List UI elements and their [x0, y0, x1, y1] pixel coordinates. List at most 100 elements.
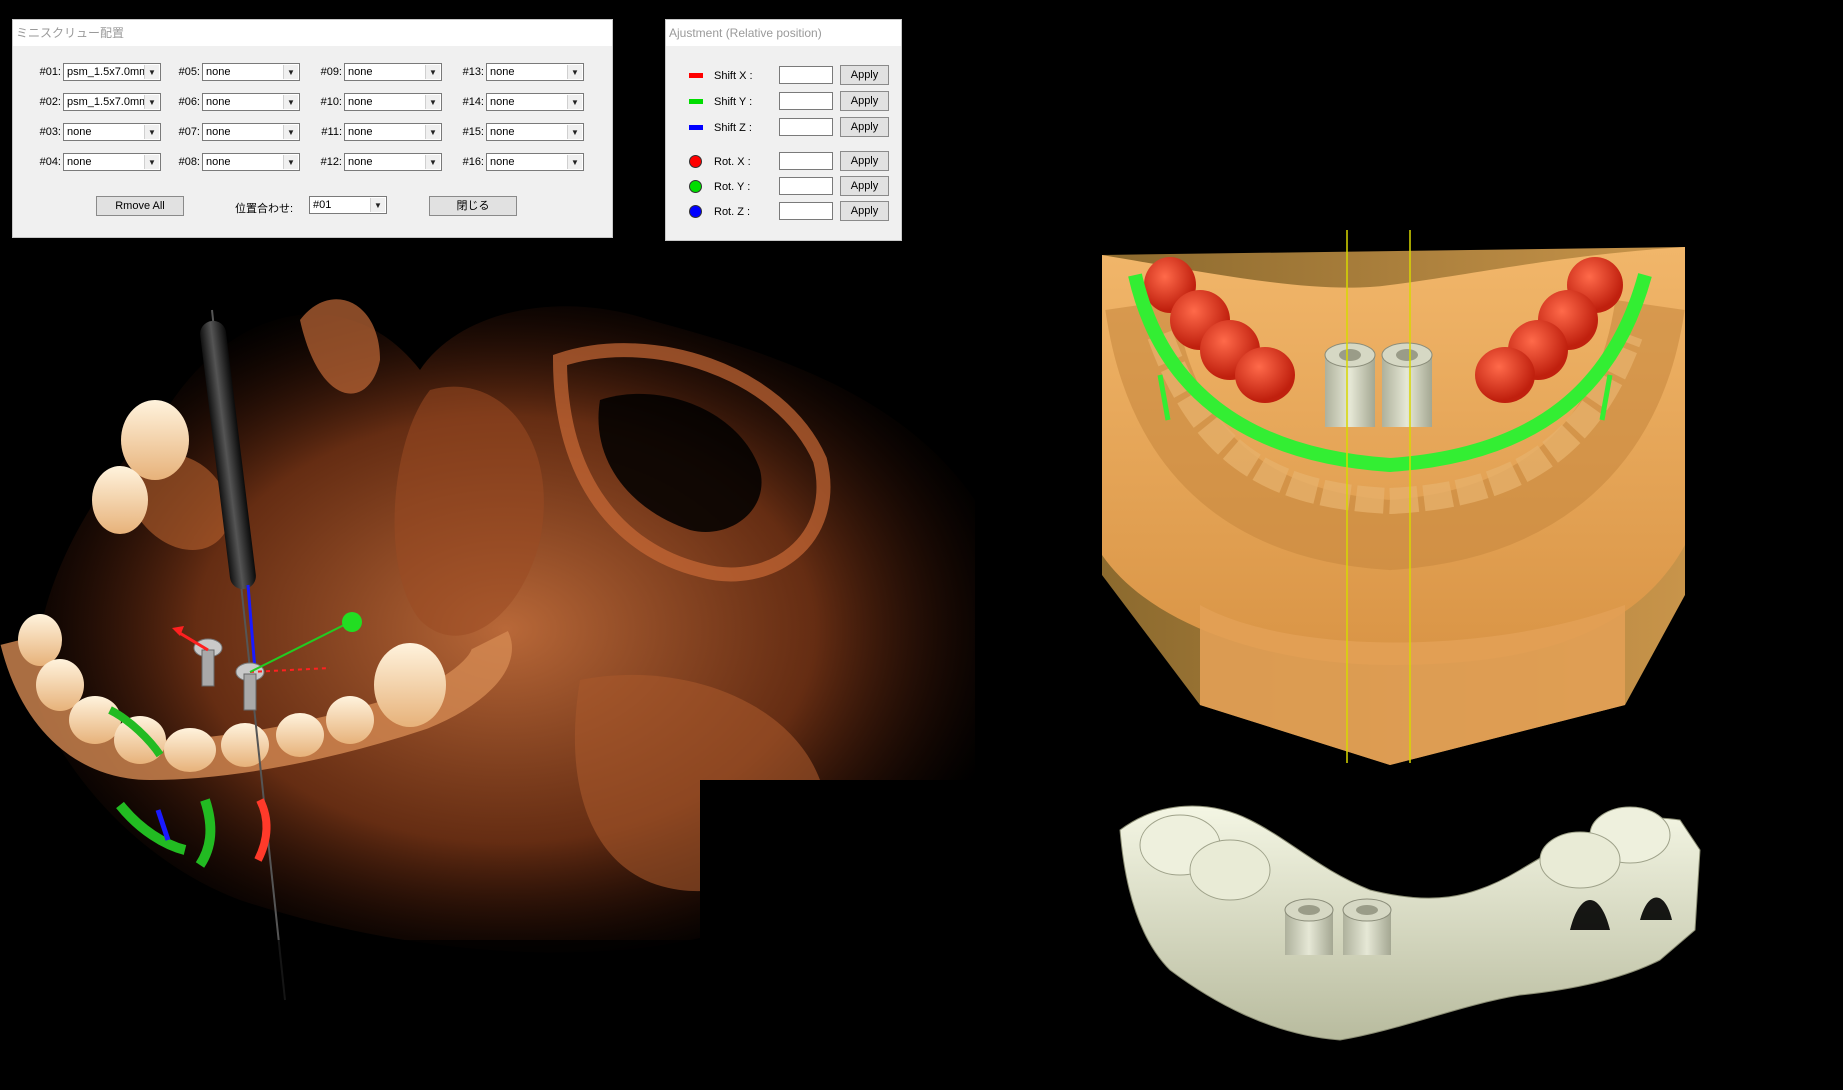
axis-color-dot-icon — [689, 205, 702, 218]
screw-slot-select-02[interactable]: psm_1.5x7.0mm ▼ — [63, 93, 161, 111]
adjust-row-label: Shift X : — [714, 70, 753, 82]
screw-slot-value: none — [490, 126, 515, 138]
chevron-down-icon: ▼ — [283, 65, 298, 79]
adjust-row-label: Shift Y : — [714, 96, 753, 108]
screw-slot-value: none — [206, 126, 231, 138]
adjust-value-input[interactable] — [779, 66, 833, 84]
screw-slot-value: none — [490, 96, 515, 108]
slot-label-03: #03: — [39, 126, 61, 138]
screw-slot-value: psm_1.5x7.0mm — [67, 96, 149, 108]
screw-slot-value: none — [67, 126, 92, 138]
screw-slot-select-11[interactable]: none ▼ — [344, 123, 442, 141]
screw-slot-select-08[interactable]: none ▼ — [202, 153, 300, 171]
slot-label-01: #01: — [39, 66, 61, 78]
screw-slot-value: none — [348, 66, 373, 78]
slot-label-15: #15: — [462, 126, 484, 138]
apply-button[interactable]: Apply — [840, 65, 889, 85]
chevron-down-icon: ▼ — [144, 95, 159, 109]
axis-color-dot-icon — [689, 180, 702, 193]
apply-button[interactable]: Apply — [840, 117, 889, 137]
chevron-down-icon: ▼ — [370, 198, 385, 212]
adjust-row-label: Shift Z : — [714, 122, 752, 134]
chevron-down-icon: ▼ — [144, 155, 159, 169]
screw-slot-value: none — [348, 96, 373, 108]
chevron-down-icon: ▼ — [144, 65, 159, 79]
adjust-value-input[interactable] — [779, 152, 833, 170]
slot-label-12: #12: — [320, 156, 342, 168]
screw-slot-select-01[interactable]: psm_1.5x7.0mm ▼ — [63, 63, 161, 81]
screw-slot-value: none — [348, 156, 373, 168]
chevron-down-icon: ▼ — [567, 125, 582, 139]
chevron-down-icon: ▼ — [425, 95, 440, 109]
remove-all-button[interactable]: Rmove All — [96, 196, 184, 216]
align-select-value: #01 — [313, 199, 332, 211]
axis-color-bar-icon — [689, 73, 703, 78]
axis-color-bar-icon — [689, 99, 703, 104]
apply-button[interactable]: Apply — [840, 151, 889, 171]
screw-slot-value: none — [206, 156, 231, 168]
chevron-down-icon: ▼ — [283, 125, 298, 139]
slot-label-11: #11: — [321, 126, 342, 138]
screw-slot-select-15[interactable]: none ▼ — [486, 123, 584, 141]
chevron-down-icon: ▼ — [425, 65, 440, 79]
apply-button[interactable]: Apply — [840, 176, 889, 196]
adjust-row-label: Rot. Z : — [714, 206, 751, 218]
slot-label-09: #09: — [320, 66, 342, 78]
screw-slot-value: none — [67, 156, 92, 168]
screw-slot-select-13[interactable]: none ▼ — [486, 63, 584, 81]
adjustment-dialog: Ajustment (Relative position) Shift X : A… — [665, 19, 902, 241]
chevron-down-icon: ▼ — [425, 125, 440, 139]
screw-slot-select-06[interactable]: none ▼ — [202, 93, 300, 111]
chevron-down-icon: ▼ — [283, 155, 298, 169]
slot-label-02: #02: — [39, 96, 61, 108]
dental-model-viewport[interactable] — [1090, 225, 1810, 765]
slot-label-06: #06: — [178, 96, 200, 108]
chevron-down-icon: ▼ — [567, 95, 582, 109]
slot-label-08: #08: — [178, 156, 200, 168]
slot-label-05: #05: — [178, 66, 200, 78]
screw-slot-select-12[interactable]: none ▼ — [344, 153, 442, 171]
screw-slot-select-10[interactable]: none ▼ — [344, 93, 442, 111]
slot-label-04: #04: — [39, 156, 61, 168]
chevron-down-icon: ▼ — [425, 155, 440, 169]
screw-slot-select-04[interactable]: none ▼ — [63, 153, 161, 171]
screw-slot-value: none — [490, 156, 515, 168]
adjust-value-input[interactable] — [779, 118, 833, 136]
chevron-down-icon: ▼ — [283, 95, 298, 109]
screw-slot-value: none — [206, 96, 231, 108]
axis-color-dot-icon — [689, 155, 702, 168]
screw-slot-select-09[interactable]: none ▼ — [344, 63, 442, 81]
dialog-title: Ajustment (Relative position) — [666, 20, 901, 46]
screw-slot-select-05[interactable]: none ▼ — [202, 63, 300, 81]
adjust-row-label: Rot. X : — [714, 156, 751, 168]
screw-slot-value: none — [348, 126, 373, 138]
screw-slot-value: none — [206, 66, 231, 78]
apply-button[interactable]: Apply — [840, 91, 889, 111]
screw-slot-select-16[interactable]: none ▼ — [486, 153, 584, 171]
slot-label-14: #14: — [462, 96, 484, 108]
apply-button[interactable]: Apply — [840, 201, 889, 221]
align-label: 位置合わせ: — [235, 203, 294, 215]
screw-slot-value: none — [490, 66, 515, 78]
screw-slot-value: psm_1.5x7.0mm — [67, 66, 149, 78]
adjust-value-input[interactable] — [779, 202, 833, 220]
screw-slot-select-07[interactable]: none ▼ — [202, 123, 300, 141]
screw-slot-select-14[interactable]: none ▼ — [486, 93, 584, 111]
adjust-value-input[interactable] — [779, 92, 833, 110]
axis-color-bar-icon — [689, 125, 703, 130]
slot-label-13: #13: — [462, 66, 484, 78]
slot-label-16: #16: — [462, 156, 484, 168]
close-button[interactable]: 閉じる — [429, 196, 517, 216]
adjust-value-input[interactable] — [779, 177, 833, 195]
slot-label-10: #10: — [320, 96, 342, 108]
chevron-down-icon: ▼ — [567, 155, 582, 169]
chevron-down-icon: ▼ — [144, 125, 159, 139]
guide-shell — [1119, 805, 1701, 1041]
align-select[interactable]: #01 ▼ — [309, 196, 387, 214]
miniscrew-placement-dialog: ミニスクリュー配置 #01: psm_1.5x7.0mm ▼ #02: psm_1.5x… — [12, 19, 613, 238]
screw-slot-select-03[interactable]: none ▼ — [63, 123, 161, 141]
ct-volume-viewport[interactable] — [0, 240, 980, 1020]
chevron-down-icon: ▼ — [567, 65, 582, 79]
slot-label-07: #07: — [178, 126, 200, 138]
surgical-guide-viewport[interactable] — [1100, 790, 1720, 1050]
